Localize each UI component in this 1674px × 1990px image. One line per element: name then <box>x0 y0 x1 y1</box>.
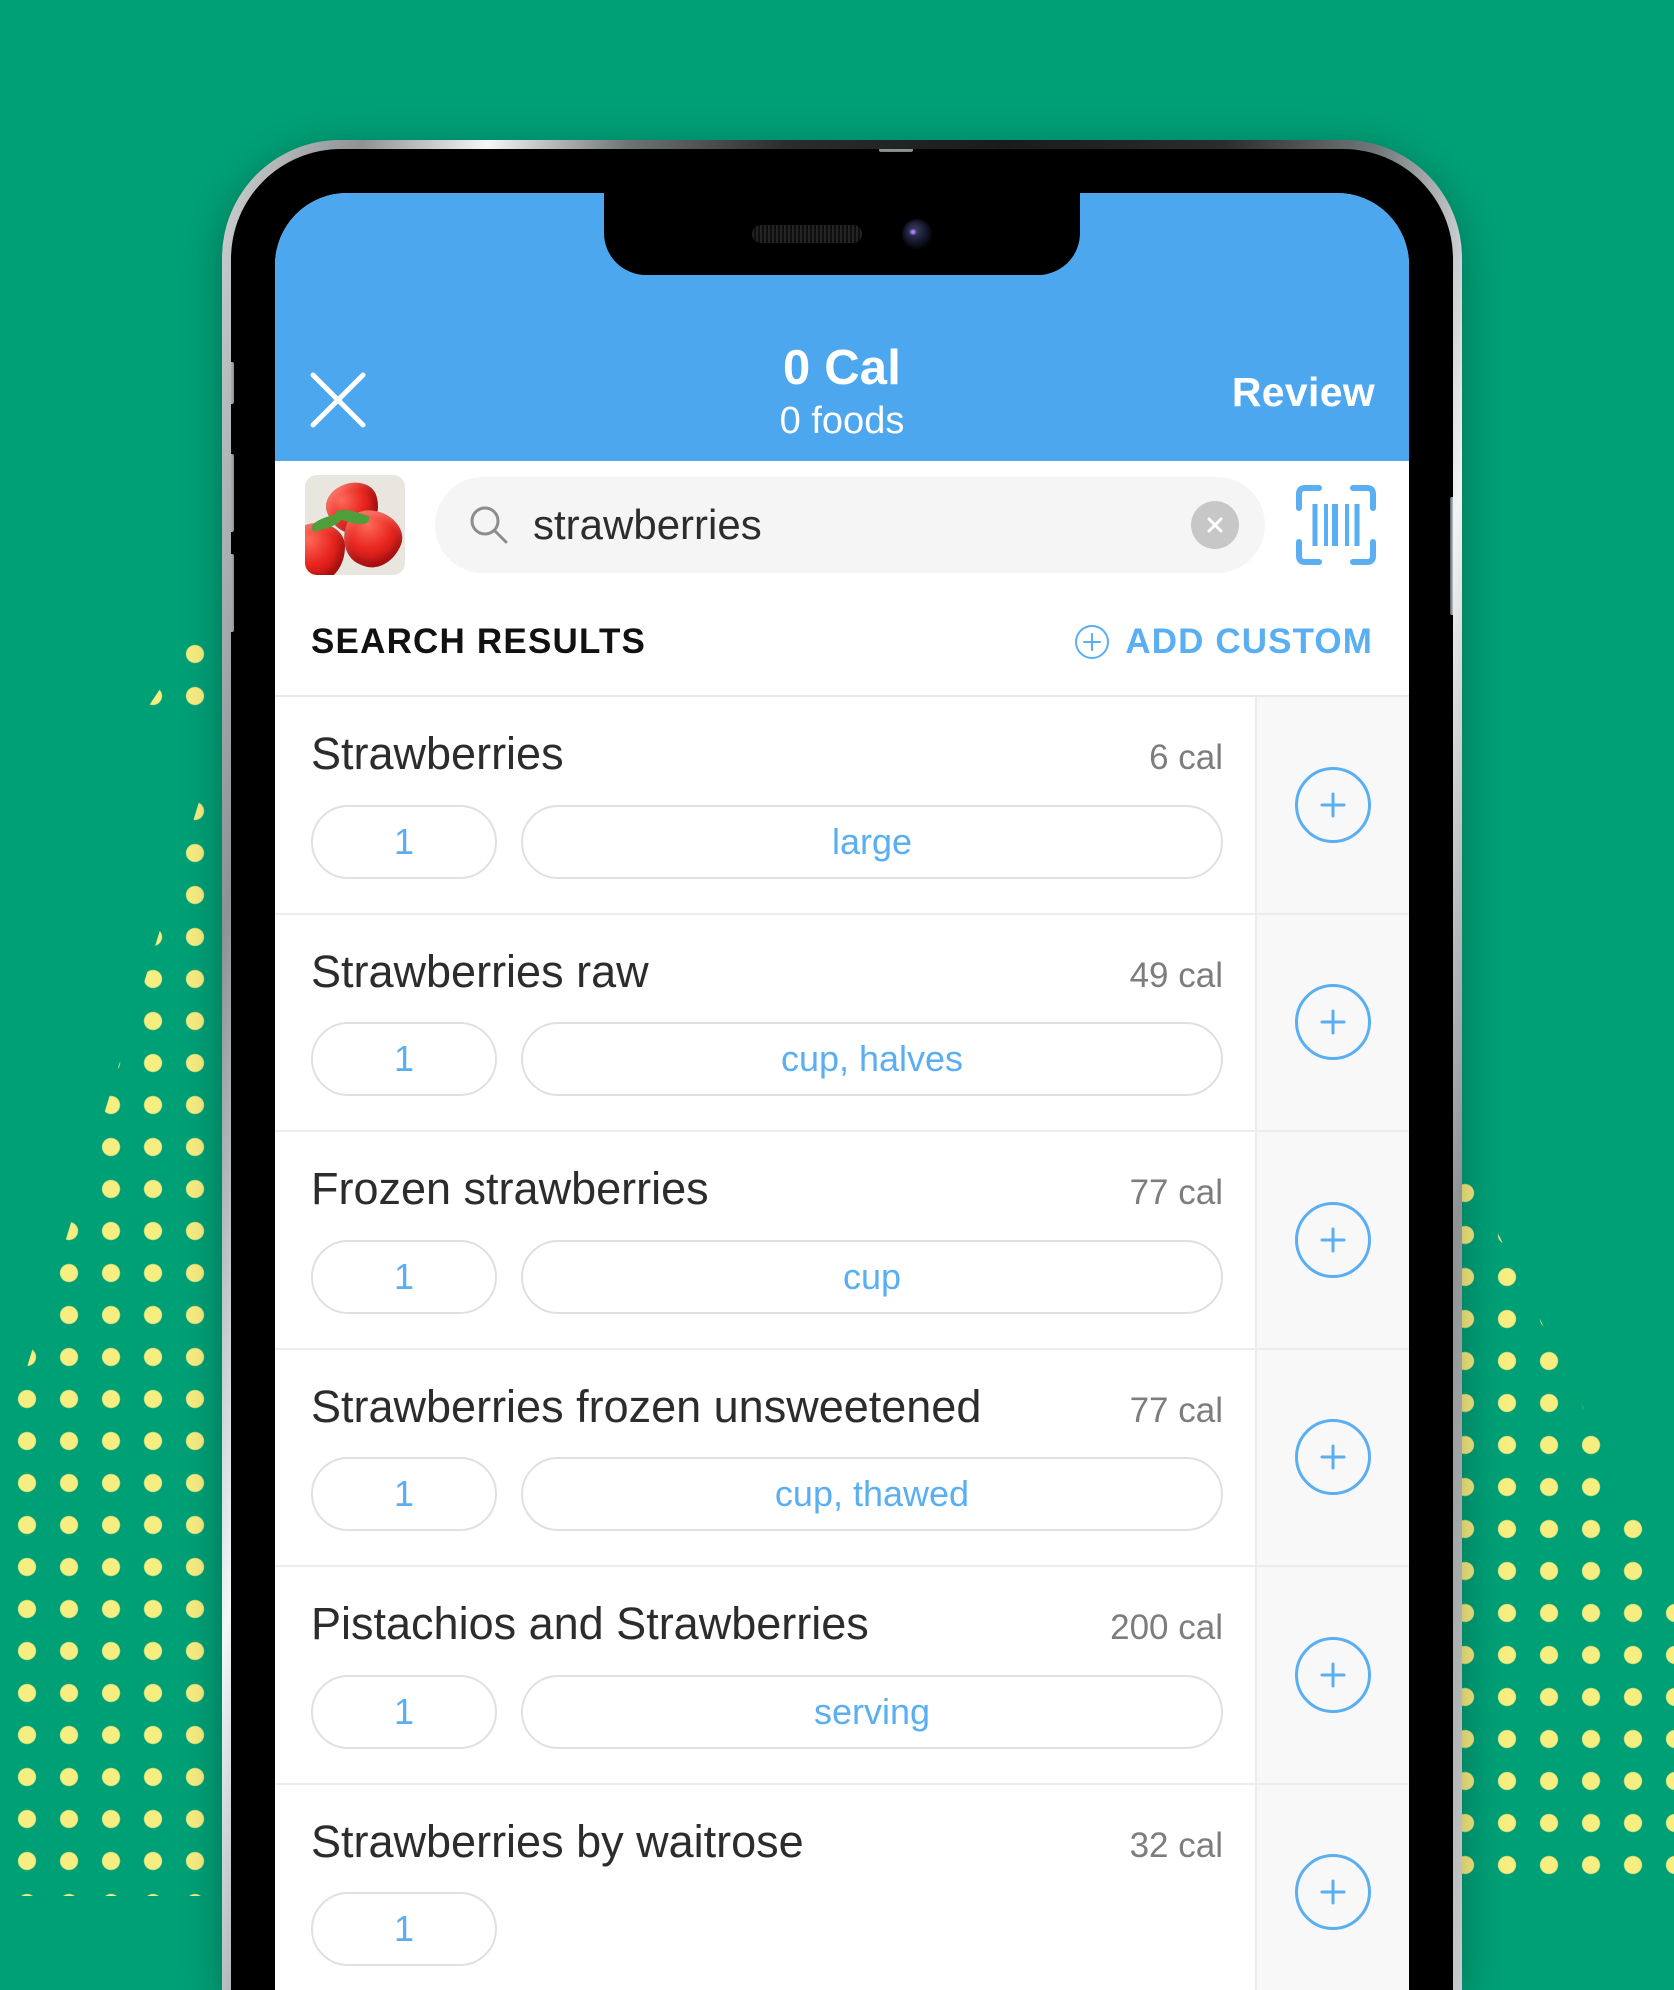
serving-controls: 1 cup, halves <box>311 1022 1255 1096</box>
add-food-button[interactable] <box>1295 984 1371 1060</box>
plus-icon <box>1316 1440 1350 1474</box>
serving-controls: 1 cup <box>311 1240 1255 1314</box>
search-input[interactable]: strawberries <box>533 501 1191 549</box>
result-details[interactable]: Strawberries raw 49 cal 1 cup, halves <box>275 915 1255 1131</box>
food-name: Strawberries raw <box>311 947 649 997</box>
barcode-scan-icon <box>1293 482 1379 568</box>
add-food-cell[interactable] <box>1255 1132 1409 1348</box>
add-custom-button[interactable]: ADD CUSTOM <box>1073 622 1373 662</box>
plus-icon <box>1316 1005 1350 1039</box>
unit-selector[interactable]: serving <box>521 1675 1223 1749</box>
close-icon <box>1202 512 1228 538</box>
unit-selector[interactable]: cup, thawed <box>521 1457 1223 1531</box>
serving-controls: 1 serving <box>311 1675 1255 1749</box>
front-camera-icon <box>902 219 932 249</box>
plus-icon <box>1316 1223 1350 1257</box>
unit-selector[interactable]: cup <box>521 1240 1223 1314</box>
quantity-stepper[interactable]: 1 <box>311 1457 497 1531</box>
result-title-row: Frozen strawberries 77 cal <box>311 1164 1255 1214</box>
power-button[interactable] <box>1450 497 1453 615</box>
result-title-row: Strawberries 6 cal <box>311 729 1255 779</box>
serving-controls: 1 large <box>311 805 1255 879</box>
result-title-row: Strawberries by waitrose 32 cal <box>311 1817 1255 1867</box>
search-bar-row: strawberries <box>275 461 1409 589</box>
result-details[interactable]: Strawberries by waitrose 32 cal 1 <box>275 1785 1255 1990</box>
section-title: SEARCH RESULTS <box>311 622 646 662</box>
result-details[interactable]: Pistachios and Strawberries 200 cal 1 servi… <box>275 1567 1255 1783</box>
quantity-stepper[interactable]: 1 <box>311 1892 497 1966</box>
plus-icon <box>1316 1875 1350 1909</box>
search-results-list[interactable]: Strawberries 6 cal 1 large Strawberries raw 4… <box>275 697 1409 1990</box>
food-name: Strawberries <box>311 729 564 779</box>
device-notch <box>604 193 1080 275</box>
review-button[interactable]: Review <box>1232 369 1375 416</box>
add-food-cell[interactable] <box>1255 915 1409 1131</box>
serving-controls: 1 <box>311 1892 1255 1966</box>
food-calories: 77 cal <box>1130 1391 1223 1431</box>
decorative-dot-pattern-left <box>0 700 230 1896</box>
clear-search-button[interactable] <box>1191 501 1239 549</box>
result-title-row: Strawberries raw 49 cal <box>311 947 1255 997</box>
food-name: Pistachios and Strawberries <box>311 1599 869 1649</box>
food-name: Strawberries by waitrose <box>311 1817 804 1867</box>
volume-down-button[interactable] <box>231 554 234 632</box>
table-row[interactable]: Frozen strawberries 77 cal 1 cup <box>275 1132 1409 1350</box>
table-row[interactable]: Pistachios and Strawberries 200 cal 1 servi… <box>275 1567 1409 1785</box>
add-food-cell[interactable] <box>1255 1350 1409 1566</box>
search-results-header: SEARCH RESULTS ADD CUSTOM <box>275 589 1409 697</box>
phone-bezel: 0 Cal 0 foods Review <box>231 149 1453 1990</box>
add-food-button[interactable] <box>1295 1854 1371 1930</box>
search-icon <box>467 503 511 547</box>
decorative-dot-pattern-left-top <box>0 585 230 715</box>
phone-device-frame: 0 Cal 0 foods Review <box>222 140 1462 1990</box>
plus-circle-icon <box>1073 623 1111 661</box>
food-calories: 49 cal <box>1130 956 1223 996</box>
result-details[interactable]: Strawberries frozen unsweetened 77 cal 1 cu… <box>275 1350 1255 1566</box>
food-calories: 77 cal <box>1130 1173 1223 1213</box>
food-name: Frozen strawberries <box>311 1164 709 1214</box>
result-title-row: Pistachios and Strawberries 200 cal <box>311 1599 1255 1649</box>
food-name: Strawberries frozen unsweetened <box>311 1382 981 1432</box>
add-food-cell[interactable] <box>1255 1785 1409 1990</box>
food-calories: 32 cal <box>1130 1826 1223 1866</box>
add-food-button[interactable] <box>1295 1637 1371 1713</box>
serving-controls: 1 cup, thawed <box>311 1457 1255 1531</box>
plus-icon <box>1316 788 1350 822</box>
table-row[interactable]: Strawberries 6 cal 1 large <box>275 697 1409 915</box>
unit-selector[interactable]: cup, halves <box>521 1022 1223 1096</box>
mute-switch[interactable] <box>231 362 234 404</box>
table-row[interactable]: Strawberries by waitrose 32 cal 1 <box>275 1785 1409 1990</box>
add-food-button[interactable] <box>1295 1419 1371 1495</box>
top-antenna-band <box>879 149 913 152</box>
add-food-cell[interactable] <box>1255 1567 1409 1783</box>
phone-screen: 0 Cal 0 foods Review <box>275 193 1409 1990</box>
food-calories: 200 cal <box>1110 1608 1223 1648</box>
add-custom-label: ADD CUSTOM <box>1125 622 1373 662</box>
add-food-cell[interactable] <box>1255 697 1409 913</box>
earpiece-speaker-icon <box>752 225 862 243</box>
food-thumbnail-image <box>305 475 405 575</box>
unit-selector[interactable]: large <box>521 805 1223 879</box>
result-details[interactable]: Frozen strawberries 77 cal 1 cup <box>275 1132 1255 1348</box>
result-details[interactable]: Strawberries 6 cal 1 large <box>275 697 1255 913</box>
food-calories: 6 cal <box>1149 738 1223 778</box>
plus-icon <box>1316 1658 1350 1692</box>
table-row[interactable]: Strawberries frozen unsweetened 77 cal 1 cu… <box>275 1350 1409 1568</box>
quantity-stepper[interactable]: 1 <box>311 1240 497 1314</box>
quantity-stepper[interactable]: 1 <box>311 805 497 879</box>
add-food-button[interactable] <box>1295 1202 1371 1278</box>
quantity-stepper[interactable]: 1 <box>311 1675 497 1749</box>
quantity-stepper[interactable]: 1 <box>311 1022 497 1096</box>
barcode-scanner-button[interactable] <box>1293 482 1379 568</box>
add-food-button[interactable] <box>1295 767 1371 843</box>
search-input-container[interactable]: strawberries <box>435 477 1265 573</box>
volume-up-button[interactable] <box>231 454 234 532</box>
result-title-row: Strawberries frozen unsweetened 77 cal <box>311 1382 1255 1432</box>
table-row[interactable]: Strawberries raw 49 cal 1 cup, halves <box>275 915 1409 1133</box>
